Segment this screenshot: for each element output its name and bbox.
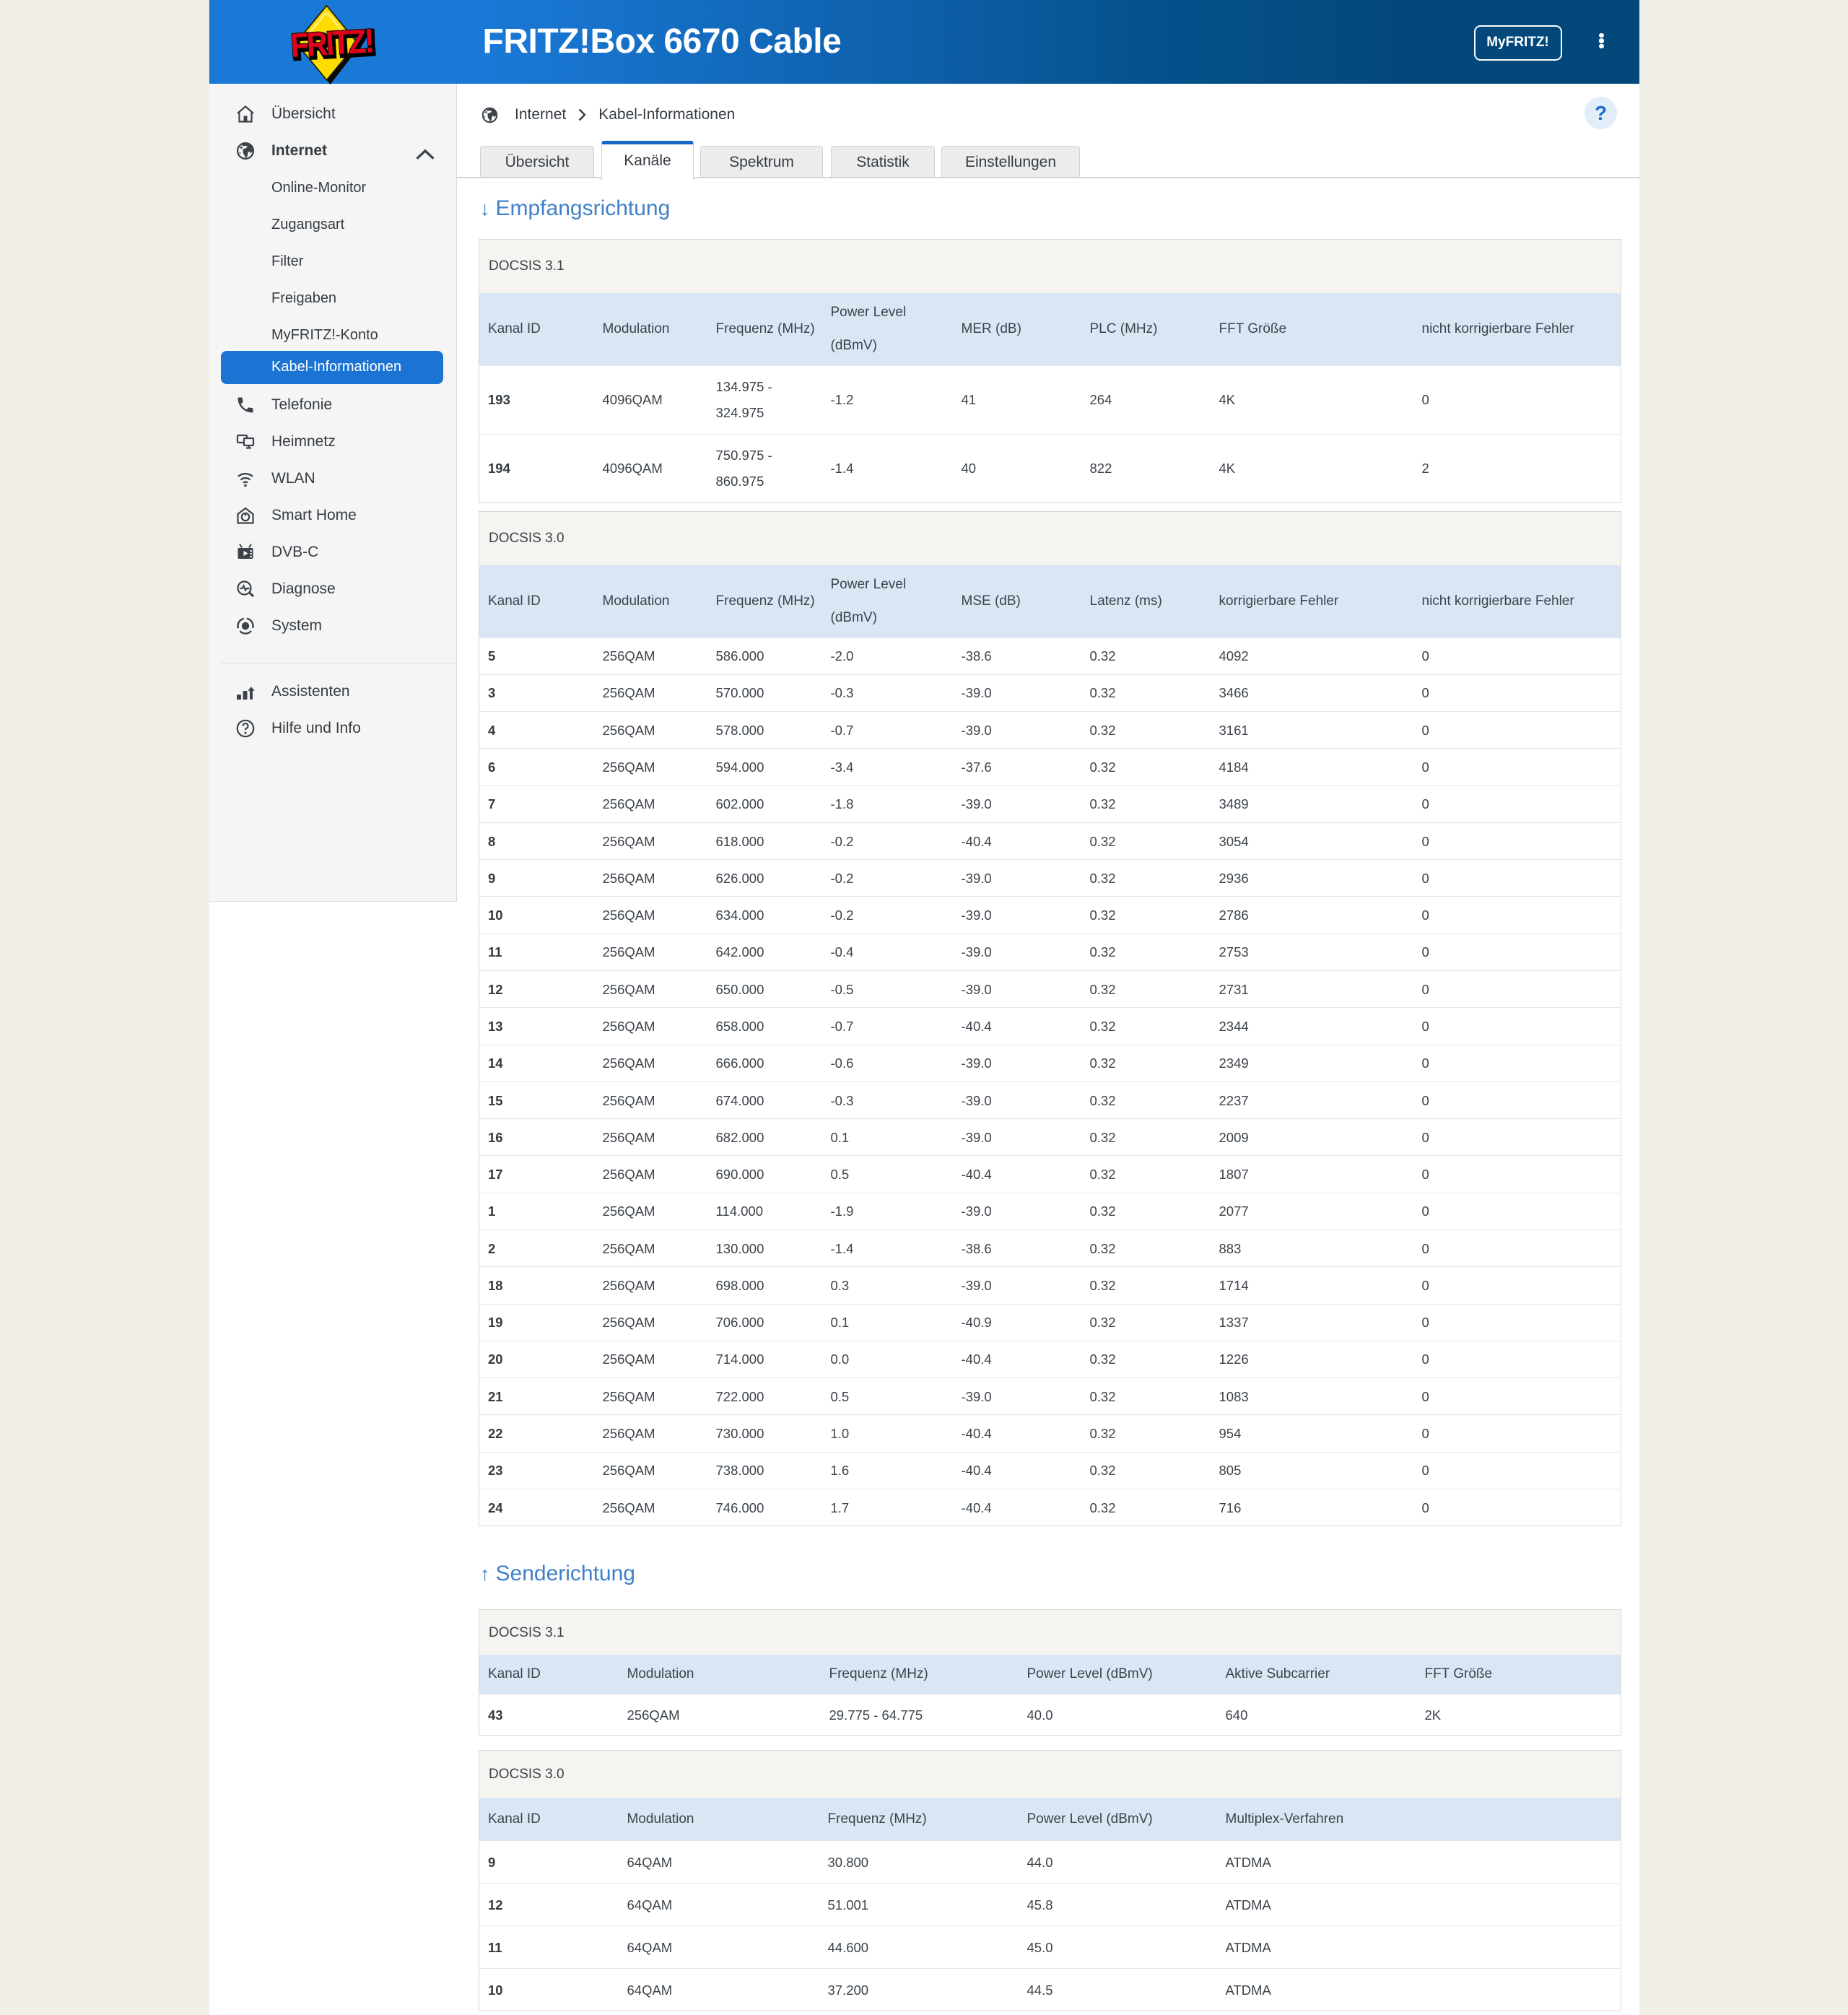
svg-text:FRITZ!: FRITZ! (289, 22, 374, 64)
